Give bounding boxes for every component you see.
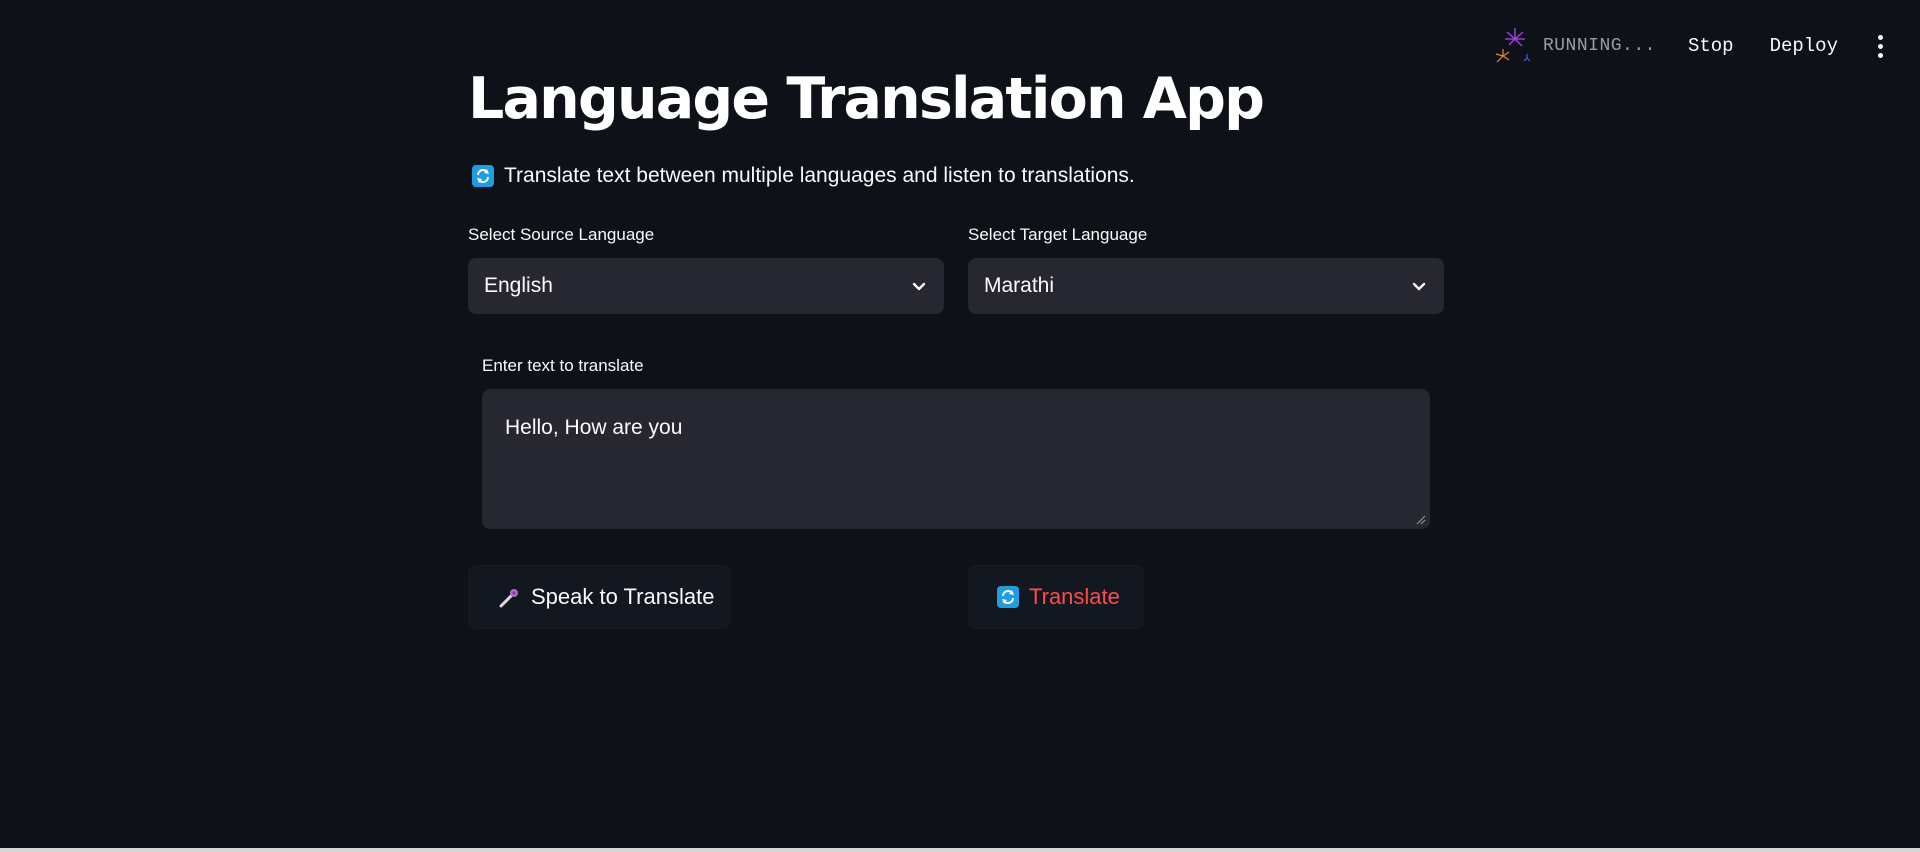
subtitle-text: Translate text between multiple language… — [504, 164, 1135, 187]
text-input[interactable]: Hello, How are you — [482, 389, 1430, 529]
microphone-icon — [497, 585, 521, 609]
text-input-container: Hello, How are you — [482, 389, 1430, 529]
source-language-select[interactable]: English — [468, 258, 944, 314]
target-language-select[interactable]: Marathi — [968, 258, 1444, 314]
stop-button[interactable]: Stop — [1670, 27, 1752, 65]
arrows-cycle-icon — [472, 165, 494, 187]
fireworks-icon — [1495, 28, 1531, 63]
source-language-value: English — [484, 274, 553, 297]
source-language-label: Select Source Language — [468, 225, 655, 244]
arrows-cycle-icon — [997, 585, 1019, 609]
translate-button-label: Translate — [1029, 584, 1120, 609]
bottom-border — [0, 848, 1920, 852]
running-status: RUNNING... — [1493, 24, 1656, 68]
app-page: RUNNING... Stop Deploy Language Translat… — [0, 0, 1920, 852]
page-title: Language Translation App — [468, 66, 1265, 132]
header-toolbar: RUNNING... Stop Deploy — [1493, 22, 1898, 70]
translate-button[interactable]: Translate — [968, 565, 1144, 629]
deploy-button[interactable]: Deploy — [1752, 27, 1856, 65]
speak-button-label: Speak to Translate — [531, 584, 715, 609]
speak-to-translate-button[interactable]: Speak to Translate — [468, 565, 730, 629]
chevron-down-icon — [912, 282, 926, 291]
page-subtitle: Translate text between multiple language… — [472, 164, 1135, 188]
running-status-text: RUNNING... — [1542, 36, 1656, 56]
kebab-menu-icon[interactable] — [1862, 28, 1898, 64]
text-input-label: Enter text to translate — [482, 356, 644, 375]
target-language-value: Marathi — [984, 274, 1055, 297]
chevron-down-icon — [1412, 282, 1426, 291]
target-language-label: Select Target Language — [968, 225, 1148, 244]
resize-handle-icon[interactable] — [1416, 515, 1426, 525]
